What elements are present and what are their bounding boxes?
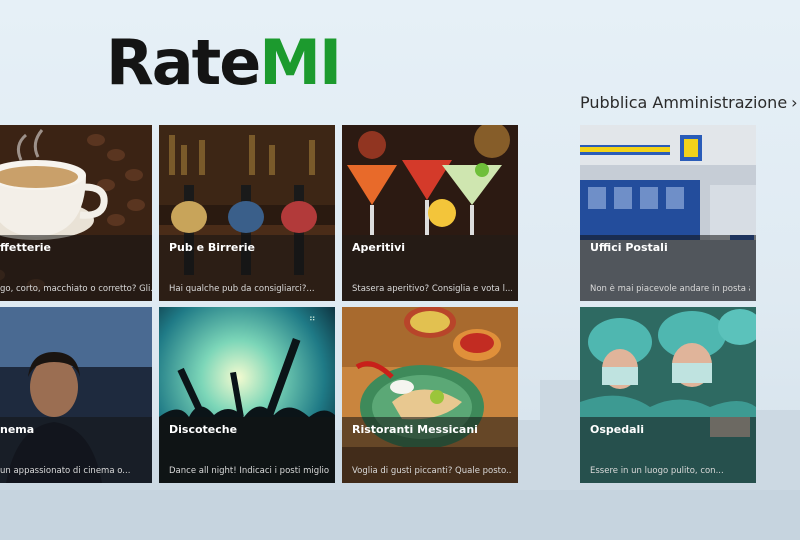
tile-description: Dance all night! Indicaci i posti miglio… bbox=[169, 466, 329, 476]
tile-description: un appassionato di cinema o... bbox=[0, 466, 131, 476]
tile-title: Ospedali bbox=[590, 423, 645, 436]
tile-title: Pub e Birrerie bbox=[169, 241, 256, 254]
tile-discoteche[interactable]: ⠶ Discoteche Dance all night! Indicaci i… bbox=[159, 307, 335, 483]
tile-title: Discoteche bbox=[169, 423, 238, 436]
tile-caffetterie[interactable]: ffetterie go, corto, macchiato o corrett… bbox=[0, 125, 152, 301]
chevron-right-icon: › bbox=[791, 93, 798, 112]
tile-description: Non è mai piacevole andare in posta a... bbox=[590, 284, 750, 294]
tile-description: Hai qualche pub da consigliarci?... bbox=[169, 284, 315, 294]
tile-title: Aperitivi bbox=[352, 241, 406, 254]
tile-description: Voglia di gusti piccanti? Quale posto... bbox=[352, 466, 512, 476]
tile-pub-e-birrerie[interactable]: Pub e Birrerie Hai qualche pub da consig… bbox=[159, 125, 335, 301]
group-header-label: Pubblica Amministrazione bbox=[580, 93, 788, 112]
tile-ospedali[interactable]: Ospedali Essere in un luogo pulito, con.… bbox=[580, 307, 756, 483]
tile-description: go, corto, macchiato o corretto? Gli... bbox=[0, 284, 152, 294]
tile-ristoranti-messicani[interactable]: Ristoranti Messicani Voglia di gusti pic… bbox=[342, 307, 518, 483]
tile-title: ffetterie bbox=[0, 241, 52, 254]
app-logo: RateMI bbox=[106, 26, 342, 99]
tile-description: Stasera aperitivo? Consiglia e vota l... bbox=[352, 284, 512, 294]
tile-title: Ristoranti Messicani bbox=[352, 423, 478, 436]
tile-title: nema bbox=[0, 423, 35, 436]
tile-cinema[interactable]: nema un appassionato di cinema o... bbox=[0, 307, 152, 483]
logo-mi-text: MI bbox=[259, 26, 342, 99]
svg-text:⠶: ⠶ bbox=[309, 314, 316, 324]
group-header-pubblica-amministrazione[interactable]: Pubblica Amministrazione › bbox=[580, 93, 798, 112]
tile-uffici-postali[interactable]: Uffici Postali Non è mai piacevole andar… bbox=[580, 125, 756, 301]
tile-title: Uffici Postali bbox=[590, 241, 668, 254]
tile-aperitivi[interactable]: Aperitivi Stasera aperitivo? Consiglia e… bbox=[342, 125, 518, 301]
tile-description: Essere in un luogo pulito, con... bbox=[590, 466, 724, 476]
logo-rate-text: Rate bbox=[106, 26, 261, 99]
